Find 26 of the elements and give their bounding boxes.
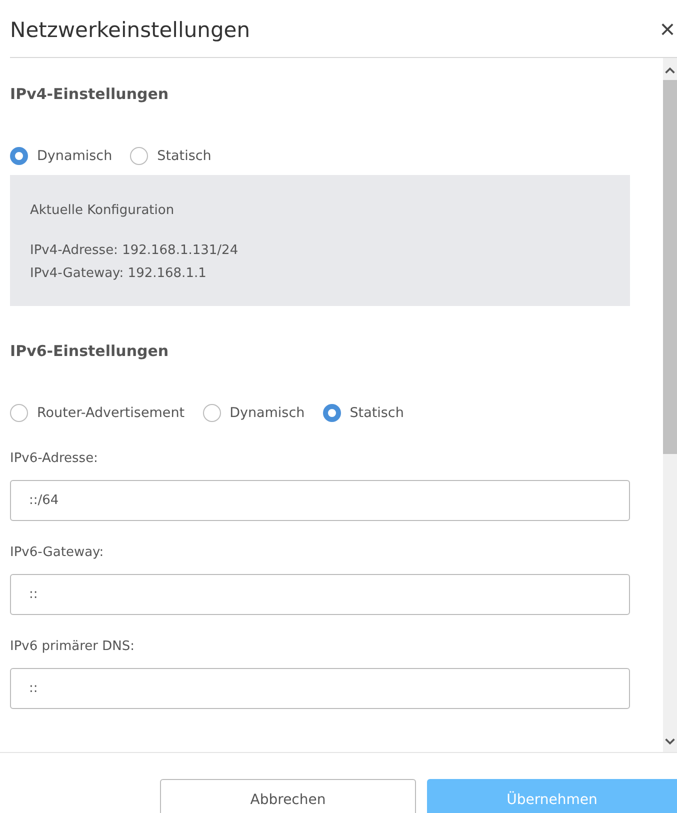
dialog-title: Netzwerkeinstellungen — [10, 16, 250, 42]
radio-label[interactable]: Router-Advertisement — [37, 405, 185, 421]
scrollbar[interactable] — [663, 58, 677, 752]
info-line: IPv4-Adresse: 192.168.1.131/24 — [30, 242, 240, 260]
radio-label[interactable]: Dynamisch — [37, 148, 112, 164]
cancel-button[interactable]: Abbrechen — [160, 779, 416, 813]
info-line: IPv4-Gateway: 192.168.1.1 — [30, 265, 208, 283]
radio-button[interactable] — [10, 147, 28, 165]
radio-label[interactable]: Statisch — [350, 405, 404, 421]
scrollbar-thumb[interactable] — [663, 80, 677, 454]
radio-label[interactable]: Dynamisch — [230, 405, 305, 421]
field-label: IPv6-Adresse: — [10, 451, 99, 466]
radio-label[interactable]: Statisch — [157, 148, 212, 164]
field-label: IPv6-Gateway: — [10, 545, 105, 560]
radio-button[interactable] — [202, 404, 221, 422]
info-title: Aktuelle Konfiguration — [30, 202, 176, 220]
field-label: IPv6 primärer DNS: — [10, 639, 136, 654]
section-heading: IPv4-Einstellungen — [10, 85, 170, 105]
input-field[interactable]: :: — [10, 668, 630, 709]
input-field[interactable]: ::/64 — [10, 480, 630, 521]
radio-button[interactable] — [322, 404, 341, 422]
radio-button[interactable] — [130, 147, 148, 165]
input-field[interactable]: :: — [10, 574, 630, 615]
radio-button[interactable] — [10, 404, 28, 422]
close-button[interactable]: × — [660, 16, 677, 42]
section-heading: IPv6-Einstellungen — [10, 342, 170, 362]
